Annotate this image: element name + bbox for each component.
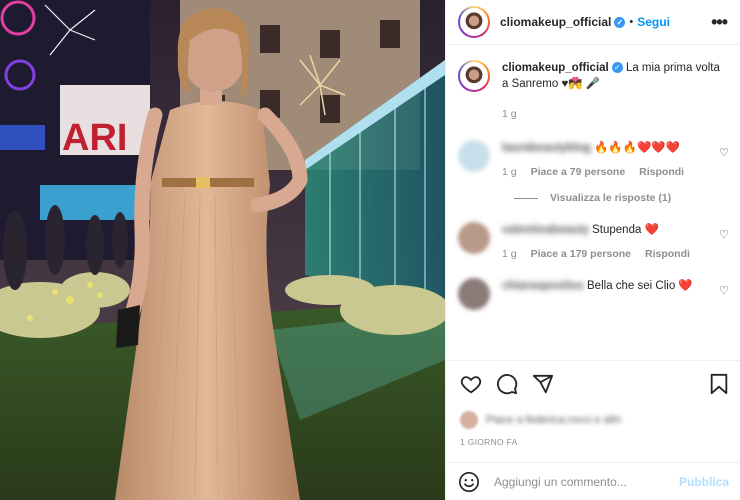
publish-button[interactable]: Pubblica: [679, 475, 729, 489]
comment-icon[interactable]: [496, 373, 518, 395]
likes-text: Piace a federica.rocci e altri: [486, 414, 622, 426]
comment-meta: 1 g Piace a 179 persone Rispondi: [502, 246, 729, 262]
follow-button[interactable]: Segui: [637, 15, 670, 29]
post-header: cliomakeup_official ✓ • Segui •••: [446, 0, 740, 45]
caption-username[interactable]: cliomakeup_official: [502, 62, 609, 74]
comment-body: chiaraspositoo Bella che sei Clio ❤️: [502, 278, 729, 310]
comment-item: valentinabeauty Stupenda ❤️ 1 g Piace a …: [458, 222, 729, 262]
verified-badge-icon: ✓: [611, 62, 623, 74]
heart-icon[interactable]: ♡: [719, 284, 729, 297]
likes-summary[interactable]: Piace a federica.rocci e altri: [460, 411, 621, 429]
comment-text: Stupenda ❤️: [592, 224, 659, 236]
view-replies-label: Visualizza le risposte (1): [550, 192, 672, 204]
liker-avatar: [460, 411, 478, 429]
comment-item: chiaraspositoo Bella che sei Clio ❤️ ♡: [458, 278, 729, 310]
reply-button[interactable]: Rispondi: [639, 164, 684, 180]
comment-time[interactable]: 1 g: [502, 164, 517, 180]
emoji-icon[interactable]: [458, 471, 480, 493]
comment-username[interactable]: laurabeautyblog: [502, 142, 591, 154]
comment-username[interactable]: valentinabeauty: [502, 224, 589, 236]
comment-username[interactable]: chiaraspositoo: [502, 280, 584, 292]
post-photo-illustration: ARI: [0, 0, 445, 500]
heart-icon[interactable]: ♡: [719, 146, 729, 159]
avatar[interactable]: [458, 6, 490, 38]
caption: cliomakeup_official ✓ La mia prima volta …: [458, 60, 729, 122]
commenter-avatar[interactable]: [458, 140, 490, 172]
share-icon[interactable]: [532, 373, 554, 395]
bookmark-icon[interactable]: [709, 373, 729, 395]
post-photo[interactable]: ARI: [0, 0, 445, 500]
comment-item: laurabeautyblog 🔥🔥🔥❤️❤️❤️ 1 g Piace a 79…: [458, 140, 729, 180]
replies-divider: [514, 197, 538, 199]
comment-text: Bella che sei Clio ❤️: [587, 280, 693, 292]
action-icons: [460, 373, 554, 395]
comment-text: 🔥🔥🔥❤️❤️❤️: [594, 142, 680, 154]
post-time[interactable]: 1 GIORNO FA: [460, 437, 518, 447]
heart-icon[interactable]: ♡: [719, 228, 729, 241]
commenter-avatar[interactable]: [458, 278, 490, 310]
ariston-sign: ARI: [62, 117, 127, 159]
view-replies-button[interactable]: Visualizza le risposte (1): [514, 192, 729, 204]
verified-badge-icon: ✓: [614, 17, 626, 29]
comment-likes[interactable]: Piace a 179 persone: [531, 246, 631, 262]
add-comment-bar: Pubblica: [446, 462, 740, 500]
comment-body: laurabeautyblog 🔥🔥🔥❤️❤️❤️ 1 g Piace a 79…: [502, 140, 729, 180]
separator-dot: •: [629, 16, 634, 28]
more-options-icon[interactable]: •••: [711, 12, 728, 33]
comment-likes[interactable]: Piace a 79 persone: [531, 164, 626, 180]
reply-button[interactable]: Rispondi: [645, 246, 690, 262]
caption-time[interactable]: 1 g: [502, 106, 517, 122]
caption-body: cliomakeup_official ✓ La mia prima volta …: [502, 60, 729, 122]
caption-avatar[interactable]: [458, 60, 490, 92]
post-sidebar: cliomakeup_official ✓ • Segui ••• cliomak…: [445, 0, 740, 500]
post-actions: Piace a federica.rocci e altri 1 GIORNO …: [446, 360, 740, 470]
comment-meta: 1 g Piace a 79 persone Rispondi: [502, 164, 729, 180]
comment-time[interactable]: 1 g: [502, 246, 517, 262]
comment-body: valentinabeauty Stupenda ❤️ 1 g Piace a …: [502, 222, 729, 262]
heart-icon[interactable]: [460, 373, 482, 395]
commenter-avatar[interactable]: [458, 222, 490, 254]
comments-list: cliomakeup_official ✓ La mia prima volta …: [446, 46, 740, 360]
comment-input[interactable]: [494, 474, 664, 489]
post-username[interactable]: cliomakeup_official ✓: [500, 15, 626, 29]
